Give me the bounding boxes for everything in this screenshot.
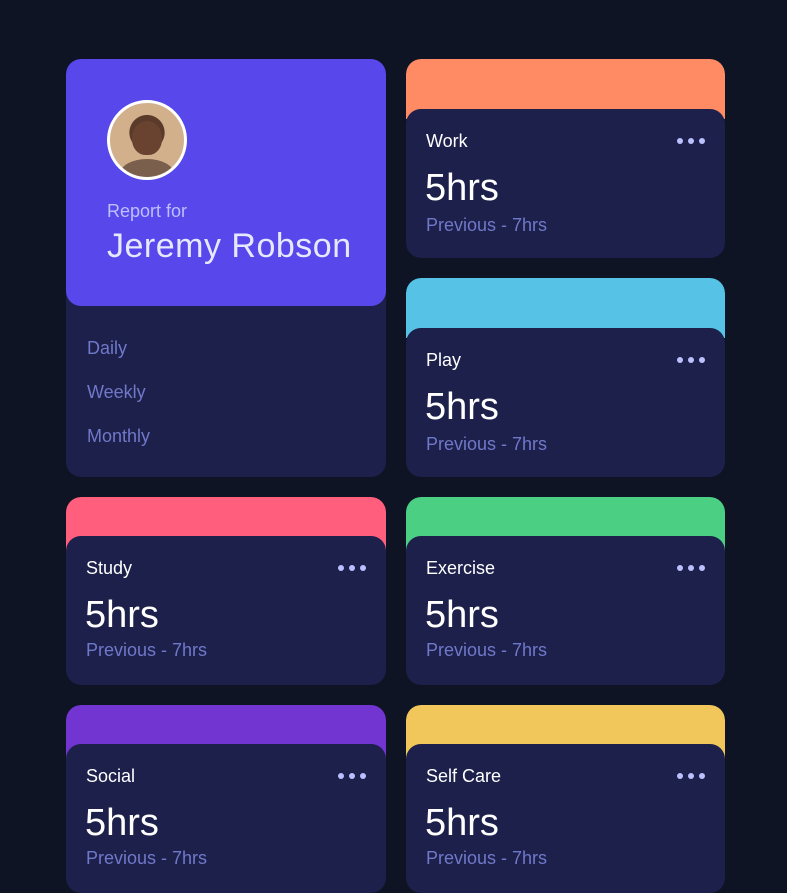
- current-hours: 5hrs: [85, 594, 159, 636]
- activity-title: Social: [86, 766, 136, 786]
- period-selector: Daily Weekly Monthly: [87, 335, 150, 449]
- card-body: Study 5hrs Previous - 7hrs: [66, 536, 386, 685]
- current-hours: 5hrs: [425, 167, 499, 209]
- card-body: Work 5hrs Previous - 7hrs: [406, 109, 725, 258]
- activity-card-study: Study 5hrs Previous - 7hrs: [66, 497, 386, 685]
- previous-hours: Previous - 7hrs: [86, 848, 208, 868]
- previous-hours: Previous - 7hrs: [426, 848, 548, 868]
- activity-title: Study: [86, 558, 133, 578]
- ellipsis-icon[interactable]: [677, 772, 705, 780]
- card-body: Self Care 5hrs Previous - 7hrs: [406, 744, 725, 893]
- current-hours: 5hrs: [425, 386, 499, 428]
- card-body: Play 5hrs Previous - 7hrs: [406, 328, 725, 477]
- previous-hours: Previous - 7hrs: [426, 215, 548, 235]
- ellipsis-icon[interactable]: [677, 564, 705, 572]
- previous-hours: Previous - 7hrs: [86, 640, 208, 660]
- card-body: Social 5hrs Previous - 7hrs: [66, 744, 386, 893]
- ellipsis-icon[interactable]: [338, 772, 366, 780]
- period-daily[interactable]: Daily: [87, 335, 150, 361]
- period-weekly[interactable]: Weekly: [87, 379, 150, 405]
- activity-title: Self Care: [426, 766, 502, 786]
- ellipsis-icon[interactable]: [677, 356, 705, 364]
- activity-card-work: Work 5hrs Previous - 7hrs: [406, 59, 725, 258]
- period-monthly[interactable]: Monthly: [87, 423, 150, 449]
- profile-header: Report for Jeremy Robson: [66, 59, 386, 306]
- ellipsis-icon[interactable]: [338, 564, 366, 572]
- ellipsis-icon[interactable]: [677, 137, 705, 145]
- current-hours: 5hrs: [425, 594, 499, 636]
- current-hours: 5hrs: [425, 802, 499, 844]
- activity-title: Exercise: [426, 558, 496, 578]
- dashboard-grid: Report for Jeremy Robson Daily Weekly Mo…: [66, 59, 725, 893]
- activity-title: Work: [426, 131, 468, 151]
- previous-hours: Previous - 7hrs: [426, 434, 548, 454]
- profile-card: Report for Jeremy Robson Daily Weekly Mo…: [66, 59, 386, 477]
- avatar: [107, 100, 187, 180]
- activity-card-social: Social 5hrs Previous - 7hrs: [66, 705, 386, 893]
- person-name: Jeremy Robson: [107, 227, 352, 265]
- card-body: Exercise 5hrs Previous - 7hrs: [406, 536, 725, 685]
- activity-card-exercise: Exercise 5hrs Previous - 7hrs: [406, 497, 725, 685]
- previous-hours: Previous - 7hrs: [426, 640, 548, 660]
- report-for-label: Report for: [107, 201, 188, 221]
- activity-card-self-care: Self Care 5hrs Previous - 7hrs: [406, 705, 725, 893]
- activity-title: Play: [426, 350, 462, 370]
- activity-card-play: Play 5hrs Previous - 7hrs: [406, 278, 725, 477]
- current-hours: 5hrs: [85, 802, 159, 844]
